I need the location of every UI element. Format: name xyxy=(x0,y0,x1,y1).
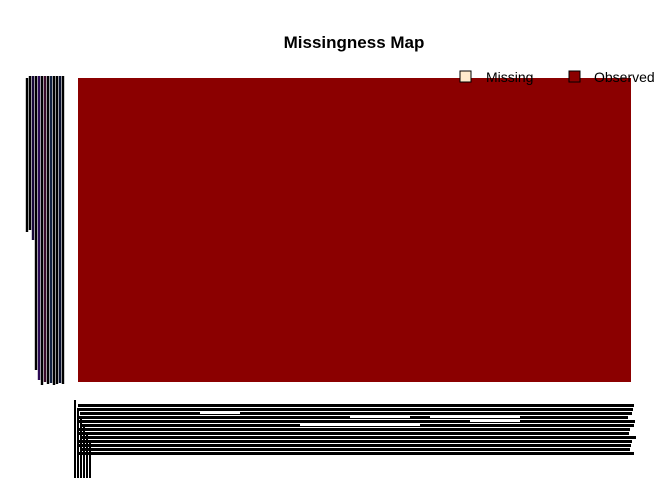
column-label-stroke xyxy=(79,408,633,411)
column-label-stroke xyxy=(78,440,632,443)
legend-swatch-missing xyxy=(459,70,472,83)
column-label-stroke xyxy=(80,448,630,451)
column-label-stub xyxy=(86,432,88,478)
column-label-stroke xyxy=(79,444,631,447)
column-label-stub xyxy=(77,408,79,478)
column-label-stub xyxy=(89,440,91,478)
column-label-gap xyxy=(350,416,410,418)
column-label-gap xyxy=(430,416,520,418)
missingness-map-chart: Missingness Map Missing Observed xyxy=(0,0,672,480)
chart-title: Missingness Map xyxy=(284,33,425,52)
column-label-stroke xyxy=(80,436,636,439)
column-label-stub xyxy=(80,416,82,478)
legend-label-observed: Observed xyxy=(594,69,655,85)
column-label-gap xyxy=(300,424,420,426)
column-label-stroke xyxy=(78,404,634,407)
column-label-gap xyxy=(200,412,240,414)
column-label-stroke xyxy=(80,412,632,415)
legend-label-missing: Missing xyxy=(486,69,533,85)
column-label-stroke xyxy=(78,452,634,455)
column-label-stub xyxy=(83,424,85,478)
column-label-stroke xyxy=(78,428,630,431)
column-label-gap xyxy=(470,420,520,422)
column-label-stroke xyxy=(79,420,635,423)
observed-cells xyxy=(78,78,631,382)
column-label-stub xyxy=(74,400,76,478)
column-label-stroke xyxy=(79,432,629,435)
legend-swatch-observed xyxy=(568,70,581,83)
